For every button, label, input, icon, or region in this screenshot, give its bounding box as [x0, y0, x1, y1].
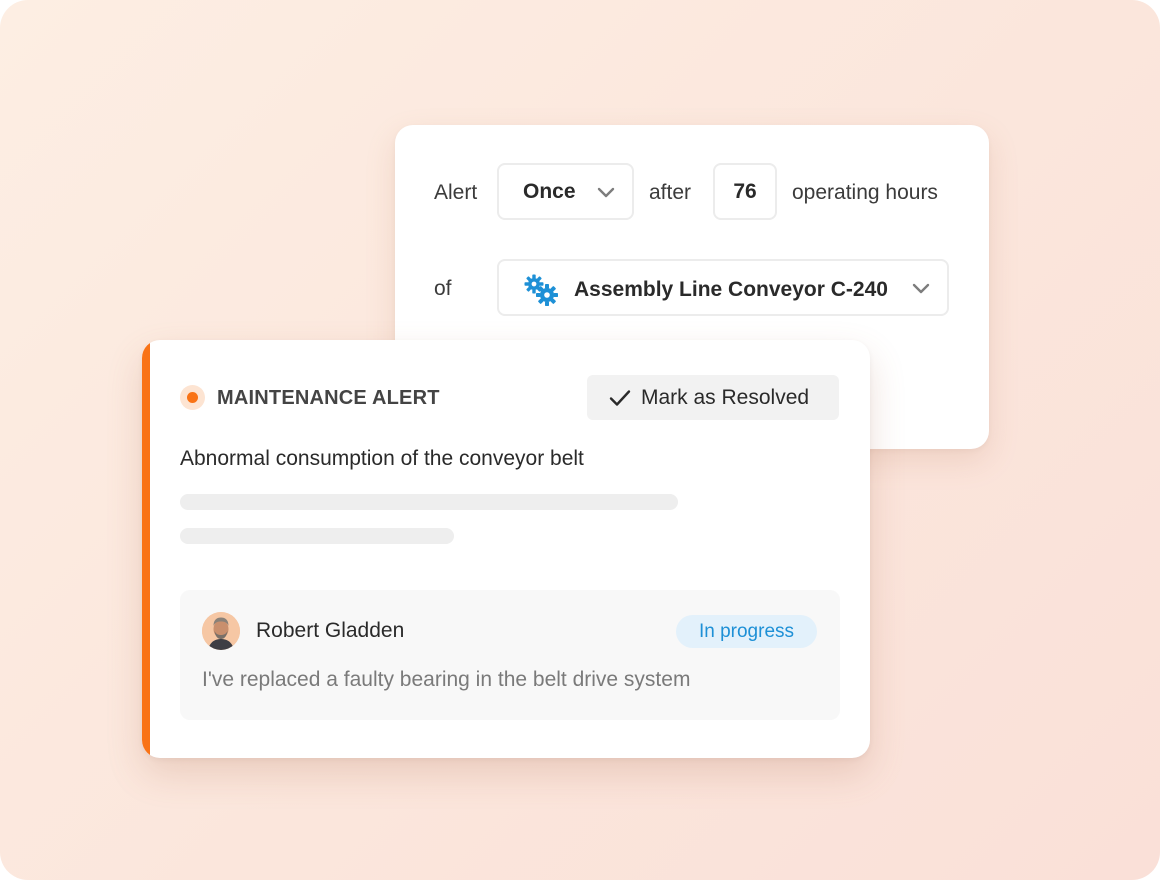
mark-as-resolved-button[interactable]: Mark as Resolved: [587, 375, 839, 420]
placeholder-line: [180, 528, 454, 544]
alert-title: Abnormal consumption of the conveyor bel…: [180, 447, 584, 470]
alert-status-dot-icon: [180, 385, 205, 410]
placeholder-line: [180, 494, 678, 510]
comment-text: I've replaced a faulty bearing in the be…: [202, 668, 691, 691]
operating-hours-label: operating hours: [792, 181, 938, 204]
alert-prefix-label: Alert: [434, 181, 478, 204]
status-badge-label: In progress: [698, 620, 795, 642]
comment-box: Robert Gladden In progress I've replaced…: [180, 590, 840, 720]
resolve-button-label: Mark as Resolved: [641, 385, 810, 409]
chevron-down-icon: [597, 187, 615, 198]
equipment-dropdown[interactable]: Assembly Line Conveyor C-240: [497, 259, 949, 316]
avatar: [202, 612, 240, 650]
frequency-value: Once: [523, 179, 576, 203]
status-badge: In progress: [676, 615, 817, 648]
hours-value: 76: [733, 179, 757, 203]
of-label: of: [434, 277, 452, 300]
after-label: after: [649, 181, 692, 204]
equipment-value: Assembly Line Conveyor C-240: [574, 278, 888, 301]
comment-author: Robert Gladden: [256, 619, 405, 642]
chevron-down-icon: [912, 283, 930, 294]
checkmark-icon: [609, 389, 631, 406]
frequency-dropdown[interactable]: Once: [497, 163, 634, 220]
maintenance-alert-card: MAINTENANCE ALERT Mark as Resolved Abnor…: [142, 340, 870, 758]
background-canvas: Alert Once after 76 operating hours of A…: [0, 0, 1160, 880]
hours-input[interactable]: 76: [713, 163, 777, 220]
alert-accent-stripe: [142, 340, 150, 758]
alert-type-label: MAINTENANCE ALERT: [217, 387, 440, 409]
gears-icon: [524, 274, 558, 306]
